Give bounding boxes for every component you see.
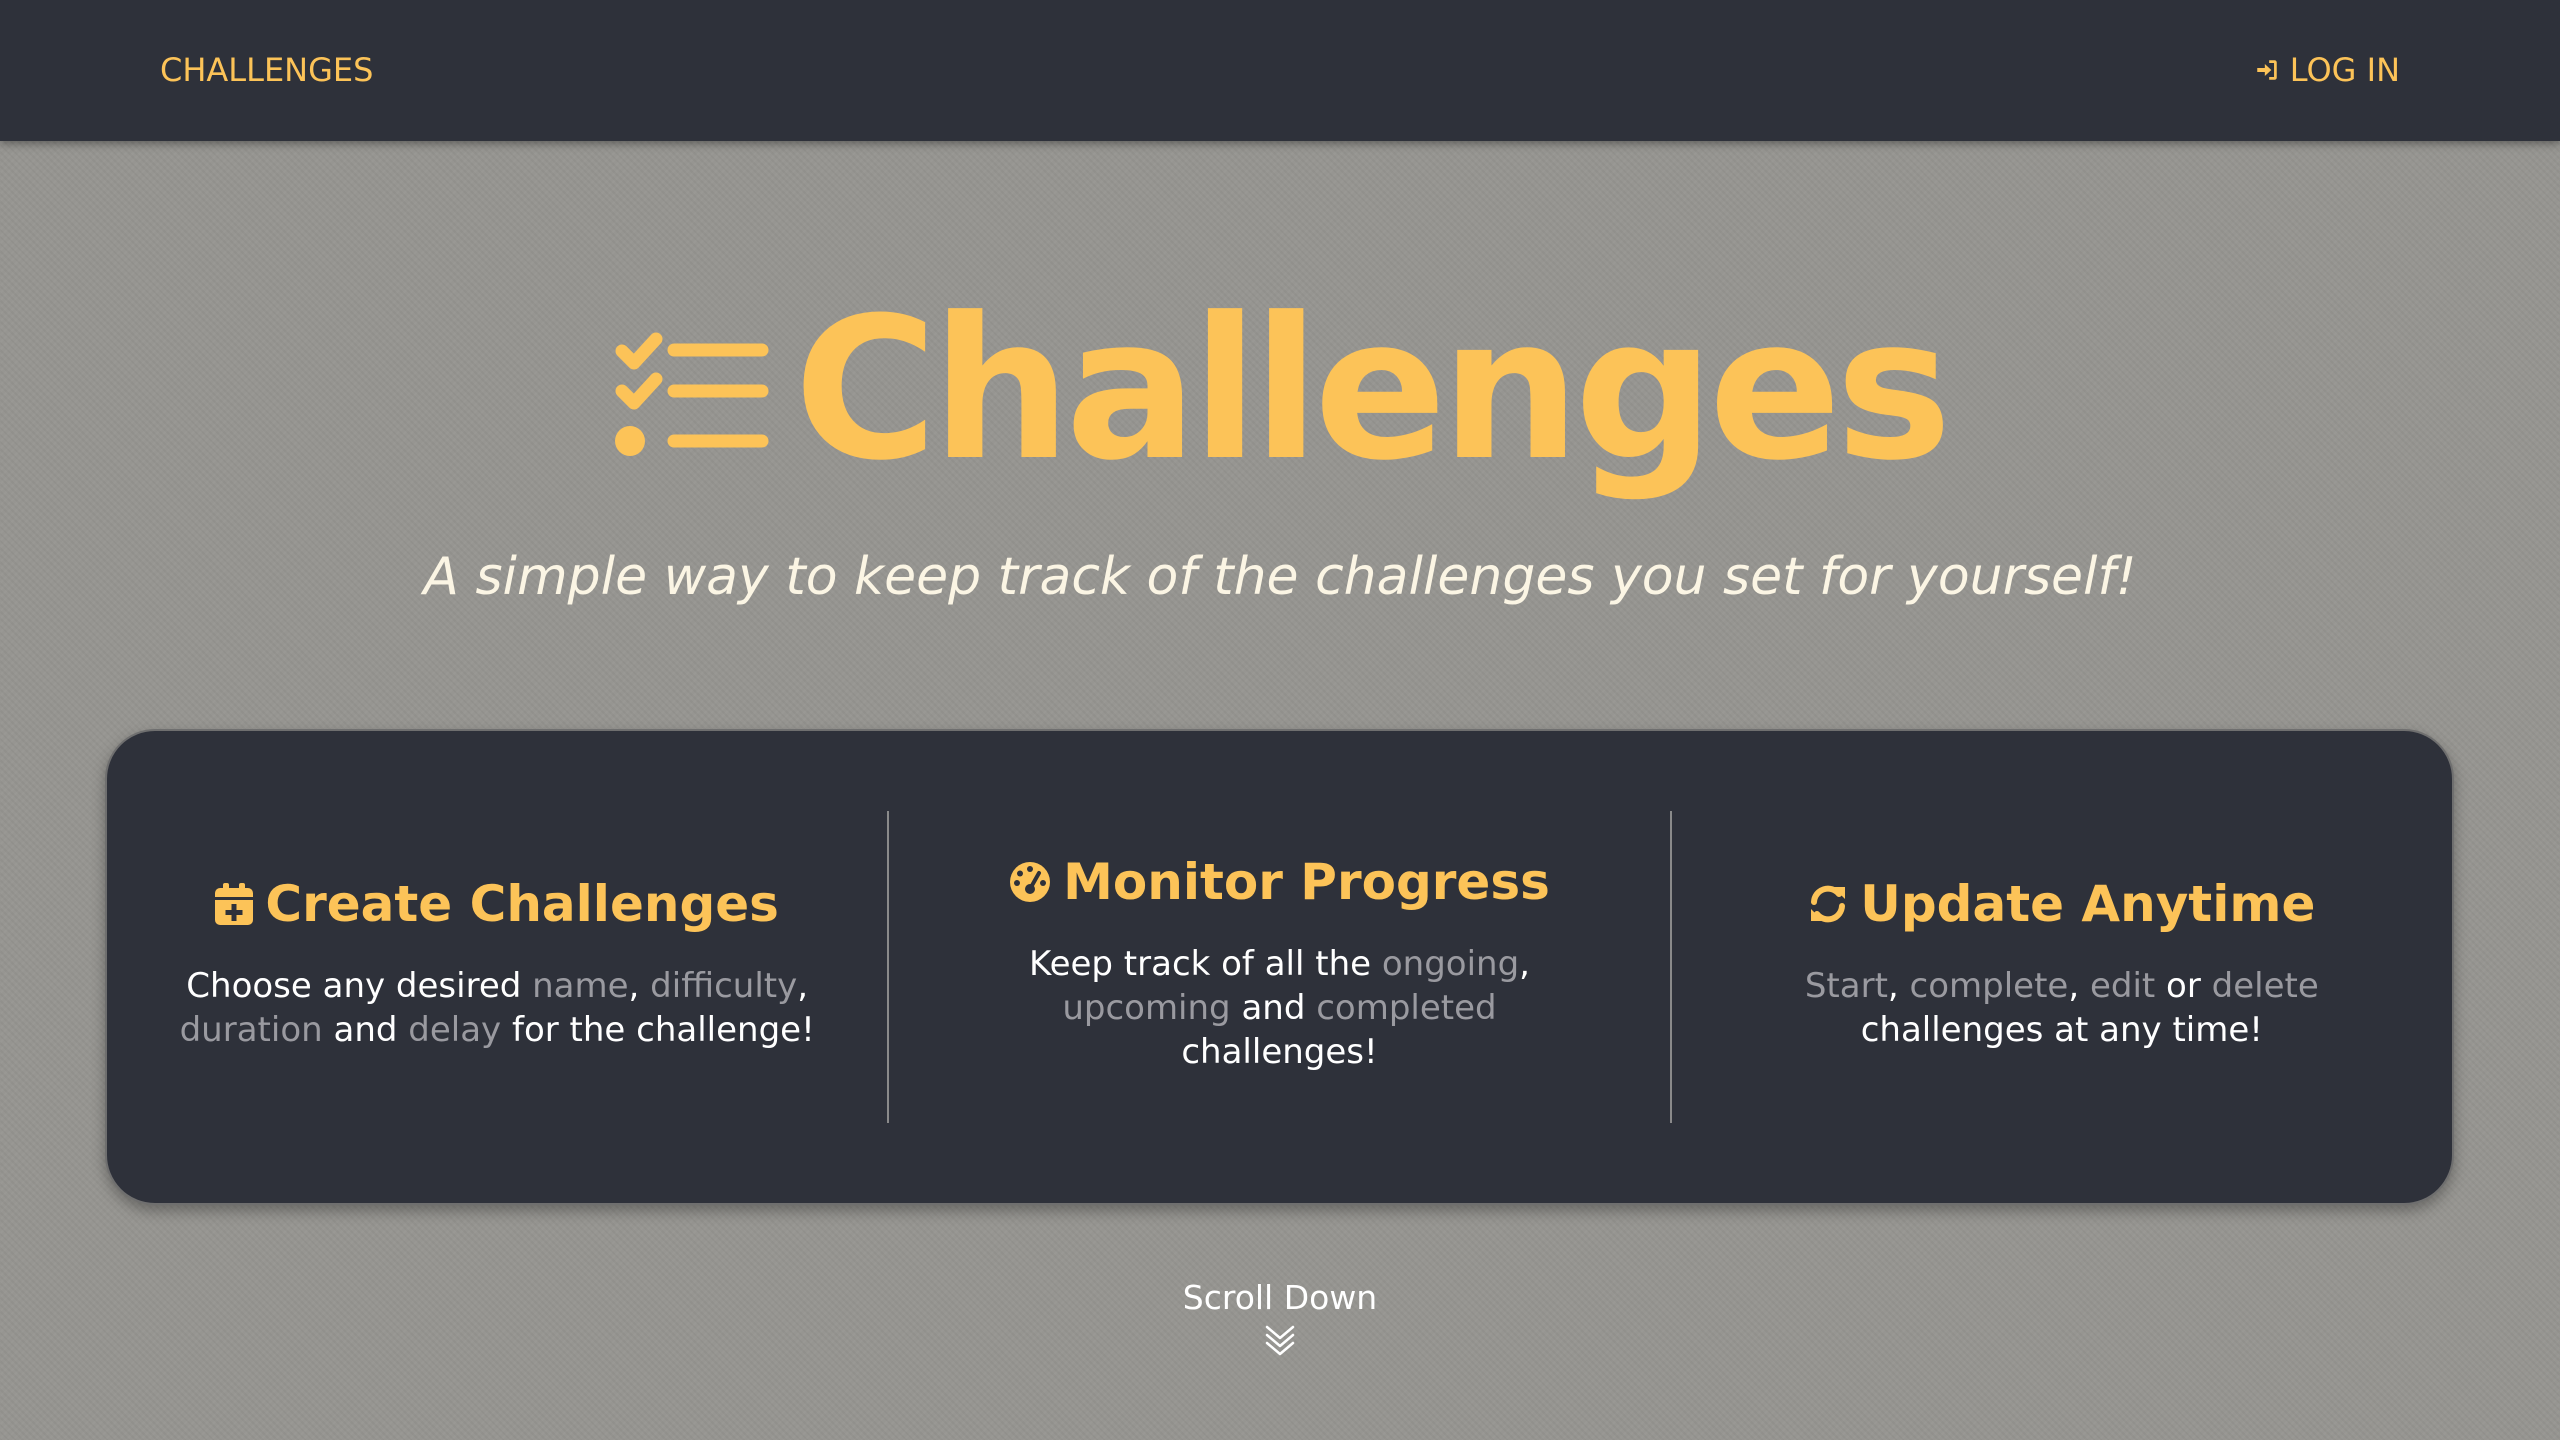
feature-title: Monitor Progress [1063,853,1550,911]
scroll-down-link[interactable]: Scroll Down [0,1276,2560,1356]
desc-highlight: delete [2211,966,2319,1006]
desc-text: and [1230,988,1317,1028]
desc-highlight: difficulty [650,966,798,1006]
feature-update: Update Anytime Start, complete, edit or … [1669,811,2452,1123]
feature-description: Keep track of all the ongoing, upcoming … [959,942,1599,1074]
double-chevron-down-icon [1263,1322,1297,1356]
desc-highlight: completed [1316,988,1497,1028]
checklist-icon [614,331,774,459]
gauge-icon [1009,861,1051,903]
feature-description: Choose any desired name, difficulty, dur… [177,964,817,1052]
sign-in-icon [2254,57,2280,83]
login-label: LOG IN [2289,51,2400,89]
feature-heading: Monitor Progress [1009,850,1550,914]
refresh-icon [1808,884,1848,924]
top-navbar: CHALLENGES LOG IN [0,0,2560,141]
scroll-down-label: Scroll Down [1182,1278,1378,1317]
desc-highlight: Start [1804,966,1888,1006]
desc-text: Keep track of all the [1028,944,1382,984]
feature-description: Start, complete, edit or delete challeng… [1742,964,2382,1052]
feature-heading: Update Anytime [1808,872,2315,936]
desc-text: , [797,966,809,1006]
desc-text: Choose any desired [186,966,533,1006]
feature-title: Create Challenges [265,875,779,933]
desc-highlight: complete [1909,966,2069,1006]
feature-title: Update Anytime [1860,875,2316,933]
desc-text: , [1887,966,1910,1006]
desc-text: or [2155,966,2212,1006]
nav-brand-link[interactable]: CHALLENGES [160,48,373,92]
desc-highlight: duration [179,1010,323,1050]
features-card: Create Challenges Choose any desired nam… [105,729,2454,1205]
desc-highlight: ongoing [1381,944,1520,984]
desc-text: , [2068,966,2090,1006]
calendar-plus-icon [215,883,254,925]
feature-create: Create Challenges Choose any desired nam… [107,811,887,1123]
feature-heading: Create Challenges [215,872,779,936]
hero-title: Challenges [793,276,1952,504]
hero-section: Challenges [0,270,2560,510]
desc-text: for the challenge! [501,1010,815,1050]
desc-highlight: name [532,966,629,1006]
desc-highlight: upcoming [1062,988,1231,1028]
desc-highlight: edit [2089,966,2156,1006]
feature-monitor: Monitor Progress Keep track of all the o… [887,811,1669,1123]
desc-text: , [628,966,651,1006]
desc-text: , [1519,944,1530,984]
desc-highlight: delay [408,1010,502,1050]
hero-tagline: A simple way to keep track of the challe… [423,547,2137,607]
desc-text: challenges! [1181,1032,1378,1072]
desc-text: and [322,1010,409,1050]
login-button[interactable]: LOG IN [2254,48,2400,92]
desc-text: challenges at any time! [1860,1010,2263,1050]
